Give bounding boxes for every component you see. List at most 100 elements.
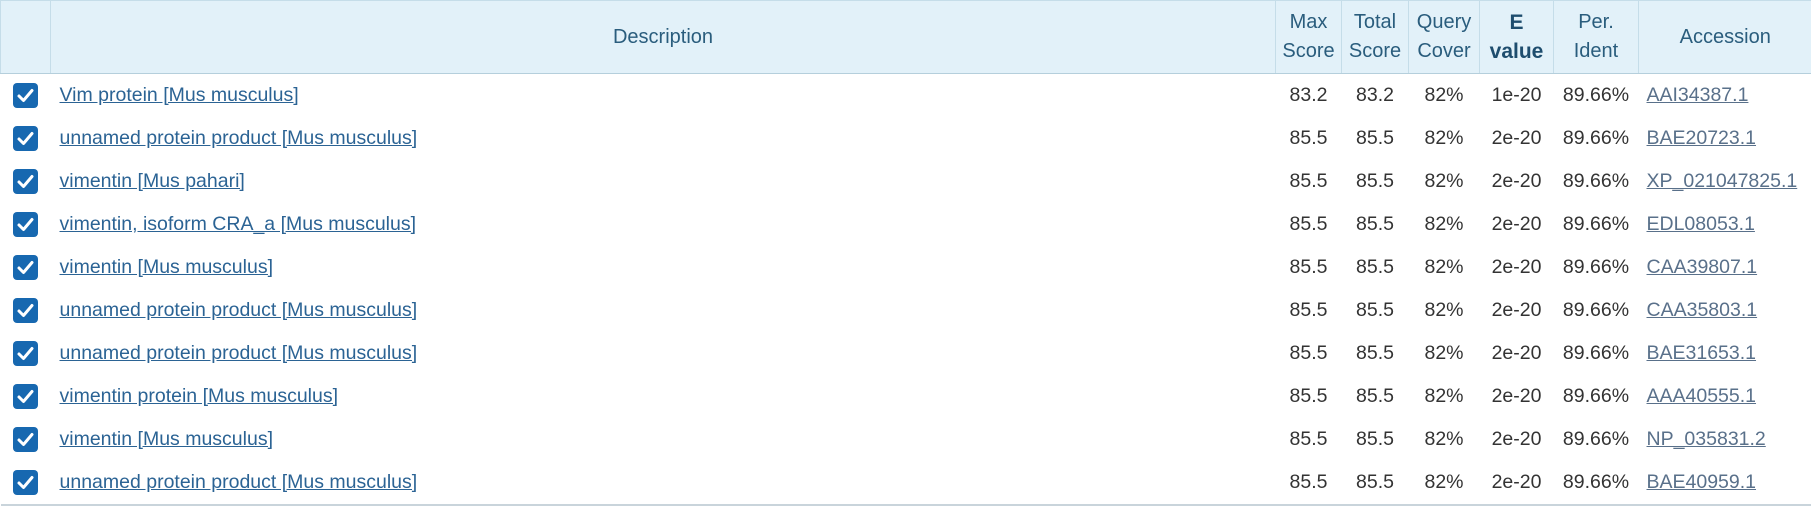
accession-link[interactable]: BAE40959.1 — [1647, 471, 1757, 493]
total-score-cell: 85.5 — [1356, 127, 1394, 149]
total-score-cell: 85.5 — [1356, 385, 1394, 407]
description-link[interactable]: vimentin [Mus musculus] — [60, 428, 273, 450]
max-score-cell: 85.5 — [1289, 385, 1328, 407]
query-cover-cell: 82% — [1424, 127, 1464, 149]
column-header-query-cover[interactable]: Query Cover — [1408, 0, 1480, 74]
row-checkbox[interactable] — [13, 470, 38, 495]
max-score-cell: 85.5 — [1289, 213, 1328, 235]
accession-link[interactable]: CAA39807.1 — [1647, 256, 1758, 278]
checkmark-icon — [17, 89, 34, 102]
row-checkbox[interactable] — [13, 255, 38, 280]
checkmark-icon — [17, 347, 34, 360]
e-value-cell: 2e-20 — [1491, 428, 1542, 450]
checkmark-icon — [17, 132, 34, 145]
accession-link[interactable]: CAA35803.1 — [1647, 299, 1758, 321]
checkmark-icon — [17, 433, 34, 446]
max-score-cell: 83.2 — [1289, 84, 1328, 106]
total-score-cell: 85.5 — [1356, 428, 1394, 450]
row-checkbox[interactable] — [13, 298, 38, 323]
column-header-e-value[interactable]: Evalue — [1479, 0, 1554, 74]
row-checkbox[interactable] — [13, 341, 38, 366]
row-checkbox[interactable] — [13, 83, 38, 108]
per-ident-cell: 89.66% — [1562, 84, 1630, 106]
column-header-accession[interactable]: Accession — [1638, 0, 1811, 74]
per-ident-cell: 89.66% — [1562, 170, 1630, 192]
total-score-cell: 85.5 — [1356, 342, 1394, 364]
column-header-total-score[interactable]: Total Score — [1341, 0, 1409, 74]
row-checkbox[interactable] — [13, 169, 38, 194]
per-ident-cell: 89.66% — [1562, 299, 1630, 321]
accession-cell: CAA35803.1 — [1639, 289, 1811, 332]
checkmark-icon — [17, 175, 34, 188]
results-body: Vim protein [Mus musculus] 83.2 83.2 82%… — [0, 74, 1811, 506]
total-score-cell: 85.5 — [1356, 256, 1394, 278]
row-select-cell — [1, 289, 51, 332]
column-header-per-ident[interactable]: Per. Ident — [1553, 0, 1639, 74]
table-row: unnamed protein product [Mus musculus] 8… — [1, 289, 1811, 332]
table-row: unnamed protein product [Mus musculus] 8… — [1, 117, 1811, 160]
row-checkbox[interactable] — [13, 384, 38, 409]
description-link[interactable]: Vim protein [Mus musculus] — [60, 84, 299, 106]
query-cover-cell: 82% — [1424, 342, 1464, 364]
max-score-cell: 85.5 — [1289, 428, 1328, 450]
query-cover-cell: 82% — [1424, 428, 1464, 450]
accession-cell: AAI34387.1 — [1639, 74, 1811, 118]
query-cover-cell: 82% — [1424, 256, 1464, 278]
description-cell: Vim protein [Mus musculus] — [51, 74, 1276, 118]
column-header-max-score[interactable]: Max Score — [1275, 0, 1342, 74]
e-value-cell: 2e-20 — [1491, 256, 1542, 278]
accession-cell: BAE31653.1 — [1639, 332, 1811, 375]
table-row: vimentin [Mus musculus] 85.5 85.5 82% 2e… — [1, 246, 1811, 289]
max-score-cell: 85.5 — [1289, 299, 1328, 321]
accession-link[interactable]: NP_035831.2 — [1647, 428, 1766, 450]
description-cell: unnamed protein product [Mus musculus] — [51, 117, 1276, 160]
description-link[interactable]: unnamed protein product [Mus musculus] — [60, 127, 418, 149]
description-cell: unnamed protein product [Mus musculus] — [51, 289, 1276, 332]
checkmark-icon — [17, 218, 34, 231]
accession-link[interactable]: BAE20723.1 — [1647, 127, 1757, 149]
row-select-cell — [1, 418, 51, 461]
per-ident-cell: 89.66% — [1553, 461, 1639, 506]
table-row: vimentin [Mus musculus] 85.5 85.5 82% 2e… — [1, 418, 1811, 461]
row-checkbox[interactable] — [13, 126, 38, 151]
accession-link[interactable]: BAE31653.1 — [1647, 342, 1757, 364]
checkmark-icon — [17, 261, 34, 274]
query-cover-cell: 82% — [1424, 299, 1464, 321]
accession-link[interactable]: XP_021047825.1 — [1647, 170, 1798, 192]
description-link[interactable]: vimentin, isoform CRA_a [Mus musculus] — [60, 213, 417, 235]
accession-cell: CAA39807.1 — [1639, 246, 1811, 289]
row-select-cell — [0, 461, 51, 506]
accession-link[interactable]: EDL08053.1 — [1647, 213, 1755, 235]
max-score-cell: 85.5 — [1289, 170, 1328, 192]
row-checkbox[interactable] — [13, 212, 38, 237]
select-all-header[interactable] — [0, 0, 51, 74]
table-row: unnamed protein product [Mus musculus] 8… — [1, 332, 1811, 375]
accession-cell: AAA40555.1 — [1639, 375, 1811, 418]
query-cover-cell: 82% — [1424, 213, 1464, 235]
total-score-cell: 85.5 — [1356, 299, 1394, 321]
row-checkbox[interactable] — [13, 427, 38, 452]
accession-link[interactable]: AAA40555.1 — [1647, 385, 1757, 407]
checkmark-icon — [17, 304, 34, 317]
description-link[interactable]: vimentin protein [Mus musculus] — [60, 385, 339, 407]
table-row: vimentin [Mus pahari] 85.5 85.5 82% 2e-2… — [1, 160, 1811, 203]
max-score-cell: 85.5 — [1289, 256, 1328, 278]
per-ident-cell: 89.66% — [1562, 385, 1630, 407]
description-link[interactable]: vimentin [Mus pahari] — [60, 170, 245, 192]
description-link[interactable]: vimentin [Mus musculus] — [60, 256, 273, 278]
per-ident-cell: 89.66% — [1562, 213, 1630, 235]
description-cell: unnamed protein product [Mus musculus] — [51, 332, 1276, 375]
accession-link[interactable]: AAI34387.1 — [1647, 84, 1749, 106]
e-value-cell: 2e-20 — [1491, 299, 1542, 321]
description-link[interactable]: unnamed protein product [Mus musculus] — [60, 342, 418, 364]
query-cover-cell: 82% — [1424, 385, 1464, 407]
column-header-description[interactable]: Description — [50, 0, 1276, 74]
description-link[interactable]: unnamed protein product [Mus musculus] — [60, 299, 418, 321]
total-score-cell: 85.5 — [1341, 461, 1409, 506]
table-row: Vim protein [Mus musculus] 83.2 83.2 82%… — [1, 74, 1811, 118]
max-score-cell: 85.5 — [1275, 461, 1342, 506]
description-link[interactable]: unnamed protein product [Mus musculus] — [60, 471, 418, 493]
accession-cell: BAE20723.1 — [1639, 117, 1811, 160]
header-row: Description Max Score Total Score Query Cov… — [0, 0, 1811, 74]
e-value-cell: 2e-20 — [1491, 170, 1542, 192]
